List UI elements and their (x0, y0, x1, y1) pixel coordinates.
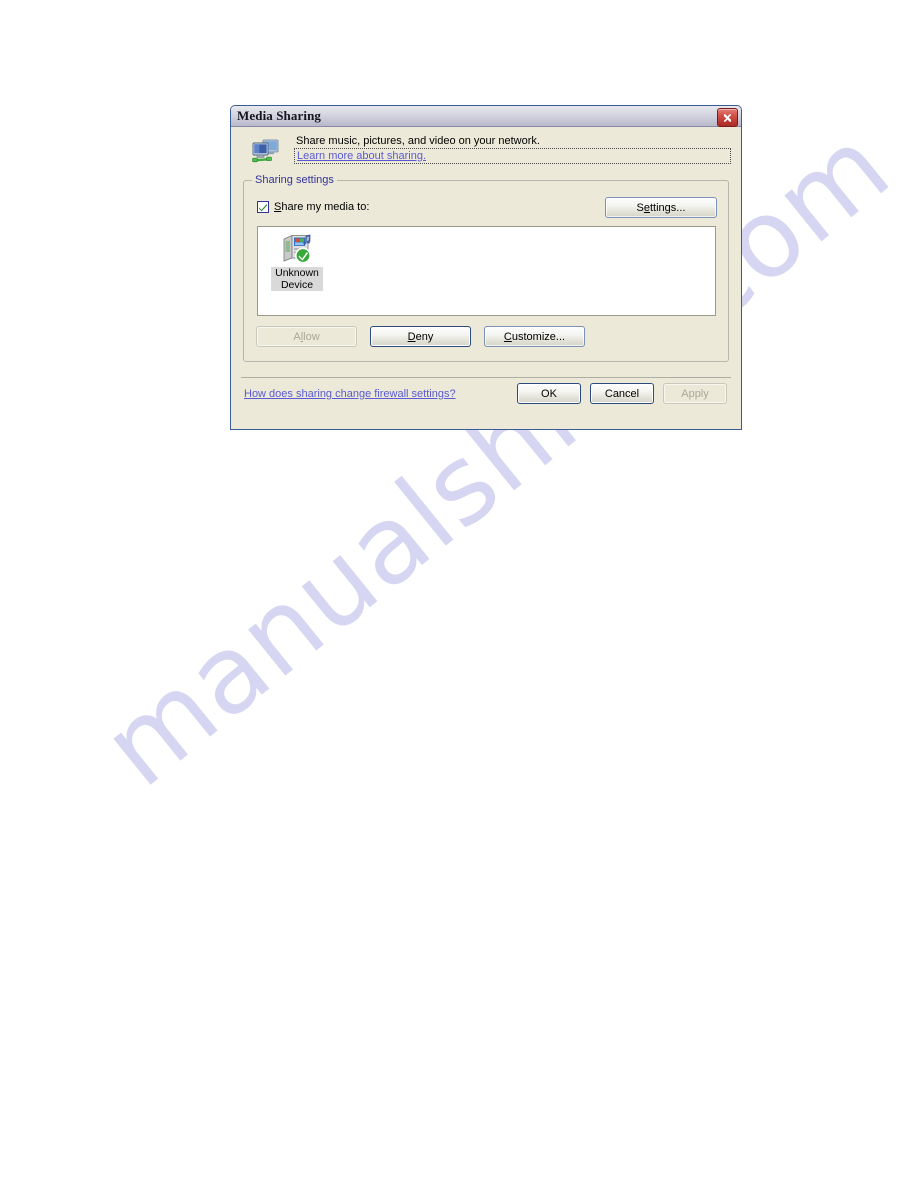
allow-button[interactable]: Allow (256, 326, 357, 347)
allow-label-rest: low (303, 330, 320, 343)
sharing-settings-legend: Sharing settings (252, 174, 337, 186)
settings-button[interactable]: Settings... (605, 197, 717, 218)
share-my-media-label: Share my media to: (274, 201, 369, 213)
media-sharing-dialog: Media Sharing Share music, pictures, and… (230, 105, 742, 430)
network-computers-icon (249, 135, 281, 167)
cancel-button-label: Cancel (604, 387, 640, 400)
learn-more-link-focus[interactable]: Learn more about sharing. (294, 148, 731, 164)
dialog-titlebar[interactable]: Media Sharing (231, 106, 741, 127)
media-device-allowed-icon (280, 233, 314, 265)
ok-button-label: OK (541, 387, 557, 400)
allow-button-label: Allow (293, 331, 319, 343)
customize-label-accel: C (503, 330, 512, 343)
checkmark-icon (259, 203, 267, 211)
apply-button-label: Apply (681, 387, 709, 400)
firewall-settings-link[interactable]: How does sharing change firewall setting… (244, 388, 456, 400)
dialog-description: Share music, pictures, and video on your… (296, 135, 540, 147)
allow-label-pre: A (293, 330, 301, 343)
ok-button[interactable]: OK (517, 383, 581, 404)
share-my-media-checkbox-row[interactable]: Share my media to: (257, 201, 369, 213)
deny-button-label: Deny (408, 331, 434, 343)
list-item[interactable]: Unknown Device (271, 233, 323, 291)
close-icon[interactable] (717, 108, 738, 127)
apply-button[interactable]: Apply (663, 383, 727, 404)
device-action-buttons: Allow Deny Customize... (256, 326, 585, 347)
sharing-settings-group: Sharing settings Share my media to: Sett… (243, 174, 729, 362)
deny-label-accel: D (407, 330, 416, 343)
deny-button[interactable]: Deny (370, 326, 471, 347)
firewall-link-wrap[interactable]: How does sharing change firewall setting… (244, 388, 456, 400)
customize-button-label: Customize... (504, 331, 565, 343)
dialog-header: Share music, pictures, and video on your… (241, 134, 731, 170)
dialog-title: Media Sharing (237, 108, 322, 123)
settings-label-rest: ttings... (650, 201, 686, 214)
settings-button-label: Settings... (637, 202, 686, 214)
deny-label-rest: eny (415, 330, 434, 343)
learn-more-link[interactable]: Learn more about sharing. (297, 150, 426, 162)
footer-separator (241, 377, 731, 378)
dialog-body: Share music, pictures, and video on your… (231, 127, 741, 428)
customize-button[interactable]: Customize... (484, 326, 585, 347)
share-my-media-checkbox[interactable] (257, 201, 269, 213)
customize-label-rest: ustomize... (511, 330, 566, 343)
device-name-label: Unknown Device (271, 267, 323, 291)
dialog-footer-buttons: OK Cancel Apply (517, 383, 727, 404)
cancel-button[interactable]: Cancel (590, 383, 654, 404)
device-list[interactable]: Unknown Device (257, 226, 716, 316)
share-my-media-rest: hare my media to: (281, 201, 370, 213)
settings-label-pre: S (636, 201, 644, 214)
